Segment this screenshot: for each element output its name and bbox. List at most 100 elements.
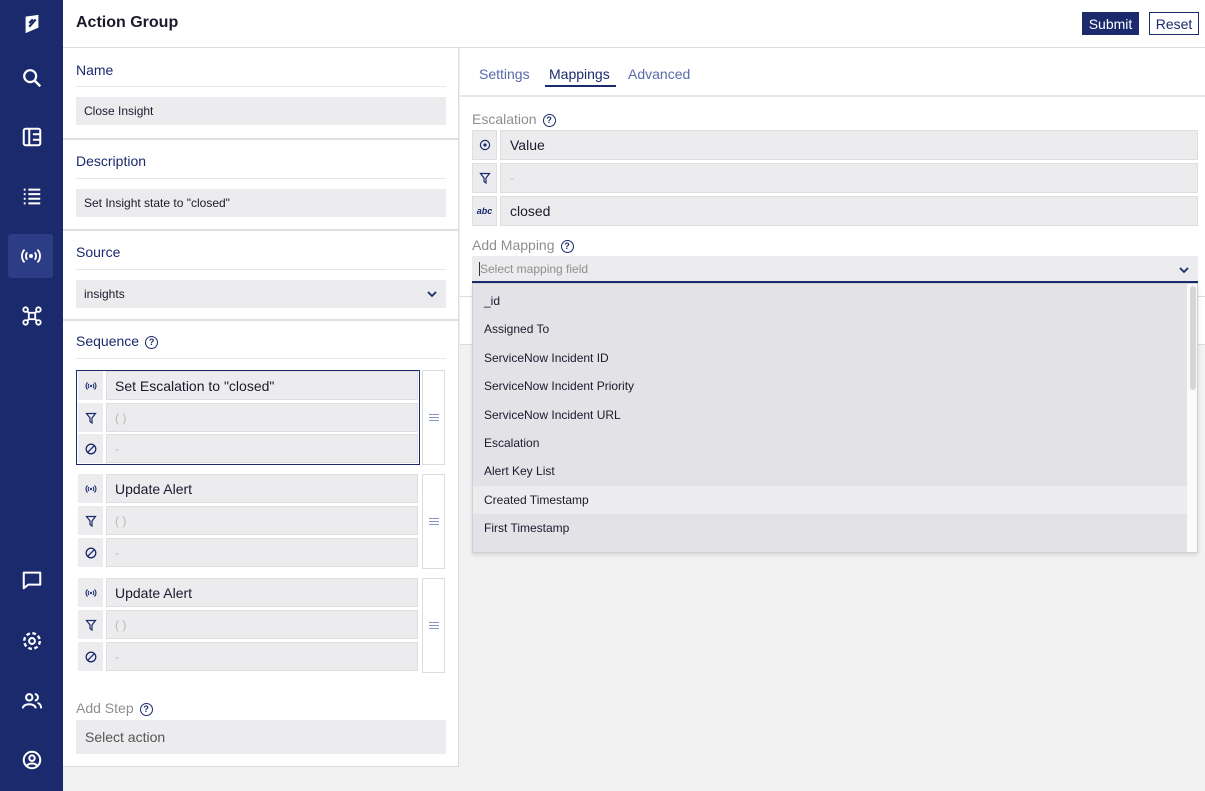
dropdown-option[interactable]: _id bbox=[473, 287, 1187, 315]
divider bbox=[63, 229, 458, 231]
dropdown-option[interactable]: Created Timestamp bbox=[473, 486, 1187, 514]
dropdown-option[interactable]: Escalation bbox=[473, 429, 1187, 457]
broadcast-icon bbox=[78, 474, 103, 503]
search-icon[interactable] bbox=[0, 56, 63, 100]
action-group-form: Name Close Insight Description Set Insig… bbox=[63, 48, 459, 767]
chevron-down-icon bbox=[1179, 267, 1189, 274]
step-action[interactable]: Update Alert bbox=[106, 578, 418, 607]
divider bbox=[63, 138, 458, 140]
step-action[interactable]: Update Alert bbox=[106, 474, 418, 503]
filter-icon bbox=[78, 403, 103, 432]
mapping-type-field[interactable]: Value bbox=[500, 130, 1198, 160]
help-icon[interactable]: ? bbox=[542, 113, 556, 127]
broadcast-icon bbox=[78, 578, 103, 607]
integrations-icon[interactable] bbox=[0, 294, 63, 338]
block-icon bbox=[78, 538, 103, 567]
sequence-step[interactable]: Set Escalation to "closed" ( ) - bbox=[76, 370, 446, 465]
help-icon[interactable]: ? bbox=[145, 335, 159, 349]
users-icon[interactable] bbox=[0, 679, 63, 723]
mapping-field-dropdown[interactable]: _id Assigned To ServiceNow Incident ID S… bbox=[472, 283, 1198, 553]
logo-icon[interactable] bbox=[0, 2, 63, 46]
text-type-icon: abc bbox=[472, 196, 497, 226]
name-label: Name bbox=[76, 62, 114, 78]
step-condition[interactable]: - bbox=[106, 434, 418, 463]
block-icon bbox=[78, 434, 103, 463]
source-value: insights bbox=[84, 287, 125, 301]
broadcast-icon[interactable] bbox=[8, 234, 53, 278]
filter-icon bbox=[472, 163, 497, 193]
sequence-step[interactable]: Update Alert ( ) - bbox=[76, 474, 446, 569]
source-select[interactable]: insights bbox=[76, 280, 446, 308]
dropdown-option[interactable]: ServiceNow Incident Priority bbox=[473, 372, 1187, 400]
filter-icon bbox=[78, 610, 103, 639]
mapping-value-field[interactable]: closed bbox=[500, 196, 1198, 226]
mapping-filter-field[interactable]: - bbox=[500, 163, 1198, 193]
text-cursor bbox=[479, 262, 480, 276]
description-label: Description bbox=[76, 153, 147, 169]
step-action[interactable]: Set Escalation to "closed" bbox=[106, 371, 418, 400]
dropdown-option[interactable]: Assigned To bbox=[473, 315, 1187, 343]
description-field[interactable]: Set Insight state to "closed" bbox=[76, 189, 446, 217]
add-step-select[interactable]: Select action bbox=[76, 720, 446, 754]
filter-icon bbox=[78, 506, 103, 535]
name-field[interactable]: Close Insight bbox=[76, 97, 446, 125]
add-step-label: Add Step? bbox=[76, 700, 153, 716]
escalation-label-text: Escalation bbox=[472, 111, 537, 127]
mapping-row: - bbox=[472, 163, 1198, 193]
dropdown-scrollbar[interactable] bbox=[1187, 284, 1197, 552]
dashboard-icon[interactable] bbox=[0, 115, 63, 159]
sequence-label-text: Sequence bbox=[76, 333, 140, 349]
tab-mappings[interactable]: Mappings bbox=[545, 66, 616, 87]
divider bbox=[76, 178, 446, 179]
block-icon bbox=[78, 642, 103, 671]
submit-button[interactable]: Submit bbox=[1082, 12, 1139, 35]
mapping-row: Value bbox=[472, 130, 1198, 160]
add-step-label-text: Add Step bbox=[76, 700, 134, 716]
dropdown-option[interactable]: ServiceNow Incident ID bbox=[473, 344, 1187, 372]
dropdown-option[interactable]: First Timestamp bbox=[473, 514, 1187, 542]
broadcast-icon bbox=[78, 371, 103, 400]
value-icon bbox=[472, 130, 497, 160]
divider bbox=[76, 358, 446, 359]
step-filter[interactable]: ( ) bbox=[106, 506, 418, 535]
drag-handle[interactable] bbox=[422, 370, 445, 465]
divider bbox=[63, 319, 458, 321]
page-header: Action Group Submit Reset bbox=[63, 0, 1205, 48]
chevron-down-icon bbox=[427, 291, 437, 298]
drag-handle-icon bbox=[428, 518, 439, 525]
dropdown-option[interactable]: Last Timestamp bbox=[473, 543, 1187, 552]
drag-handle-icon bbox=[428, 414, 439, 421]
drag-handle-icon bbox=[428, 622, 439, 629]
nav-rail bbox=[0, 0, 63, 791]
tab-advanced[interactable]: Advanced bbox=[628, 66, 690, 82]
source-label: Source bbox=[76, 244, 121, 260]
divider bbox=[76, 86, 446, 87]
scrollbar-thumb[interactable] bbox=[1190, 286, 1196, 390]
step-condition[interactable]: - bbox=[106, 538, 418, 567]
step-filter[interactable]: ( ) bbox=[106, 610, 418, 639]
help-icon[interactable]: ? bbox=[139, 702, 153, 716]
page-title: Action Group bbox=[76, 14, 179, 31]
step-filter[interactable]: ( ) bbox=[106, 403, 418, 432]
dropdown-option[interactable]: ServiceNow Incident URL bbox=[473, 401, 1187, 429]
tab-settings[interactable]: Settings bbox=[479, 66, 530, 82]
mapping-field-select[interactable]: Select mapping field bbox=[472, 256, 1198, 283]
mapping-row: abc closed bbox=[472, 196, 1198, 226]
list-icon[interactable] bbox=[0, 174, 63, 218]
dropdown-option[interactable]: Alert Key List bbox=[473, 457, 1187, 485]
drag-handle[interactable] bbox=[422, 578, 445, 673]
add-mapping-label-text: Add Mapping bbox=[472, 237, 555, 253]
drag-handle[interactable] bbox=[422, 474, 445, 569]
chat-icon[interactable] bbox=[0, 558, 63, 602]
reset-button[interactable]: Reset bbox=[1149, 12, 1199, 35]
help-icon[interactable]: ? bbox=[560, 239, 574, 253]
account-icon[interactable] bbox=[0, 738, 63, 782]
step-condition[interactable]: - bbox=[106, 642, 418, 671]
tab-bar: Settings Mappings Advanced bbox=[460, 48, 1205, 97]
sequence-step[interactable]: Update Alert ( ) - bbox=[76, 578, 446, 673]
select-placeholder: Select mapping field bbox=[480, 261, 589, 276]
divider bbox=[76, 269, 446, 270]
gear-icon[interactable] bbox=[0, 619, 63, 663]
add-mapping-label: Add Mapping? bbox=[472, 237, 574, 253]
escalation-label: Escalation? bbox=[472, 111, 556, 127]
